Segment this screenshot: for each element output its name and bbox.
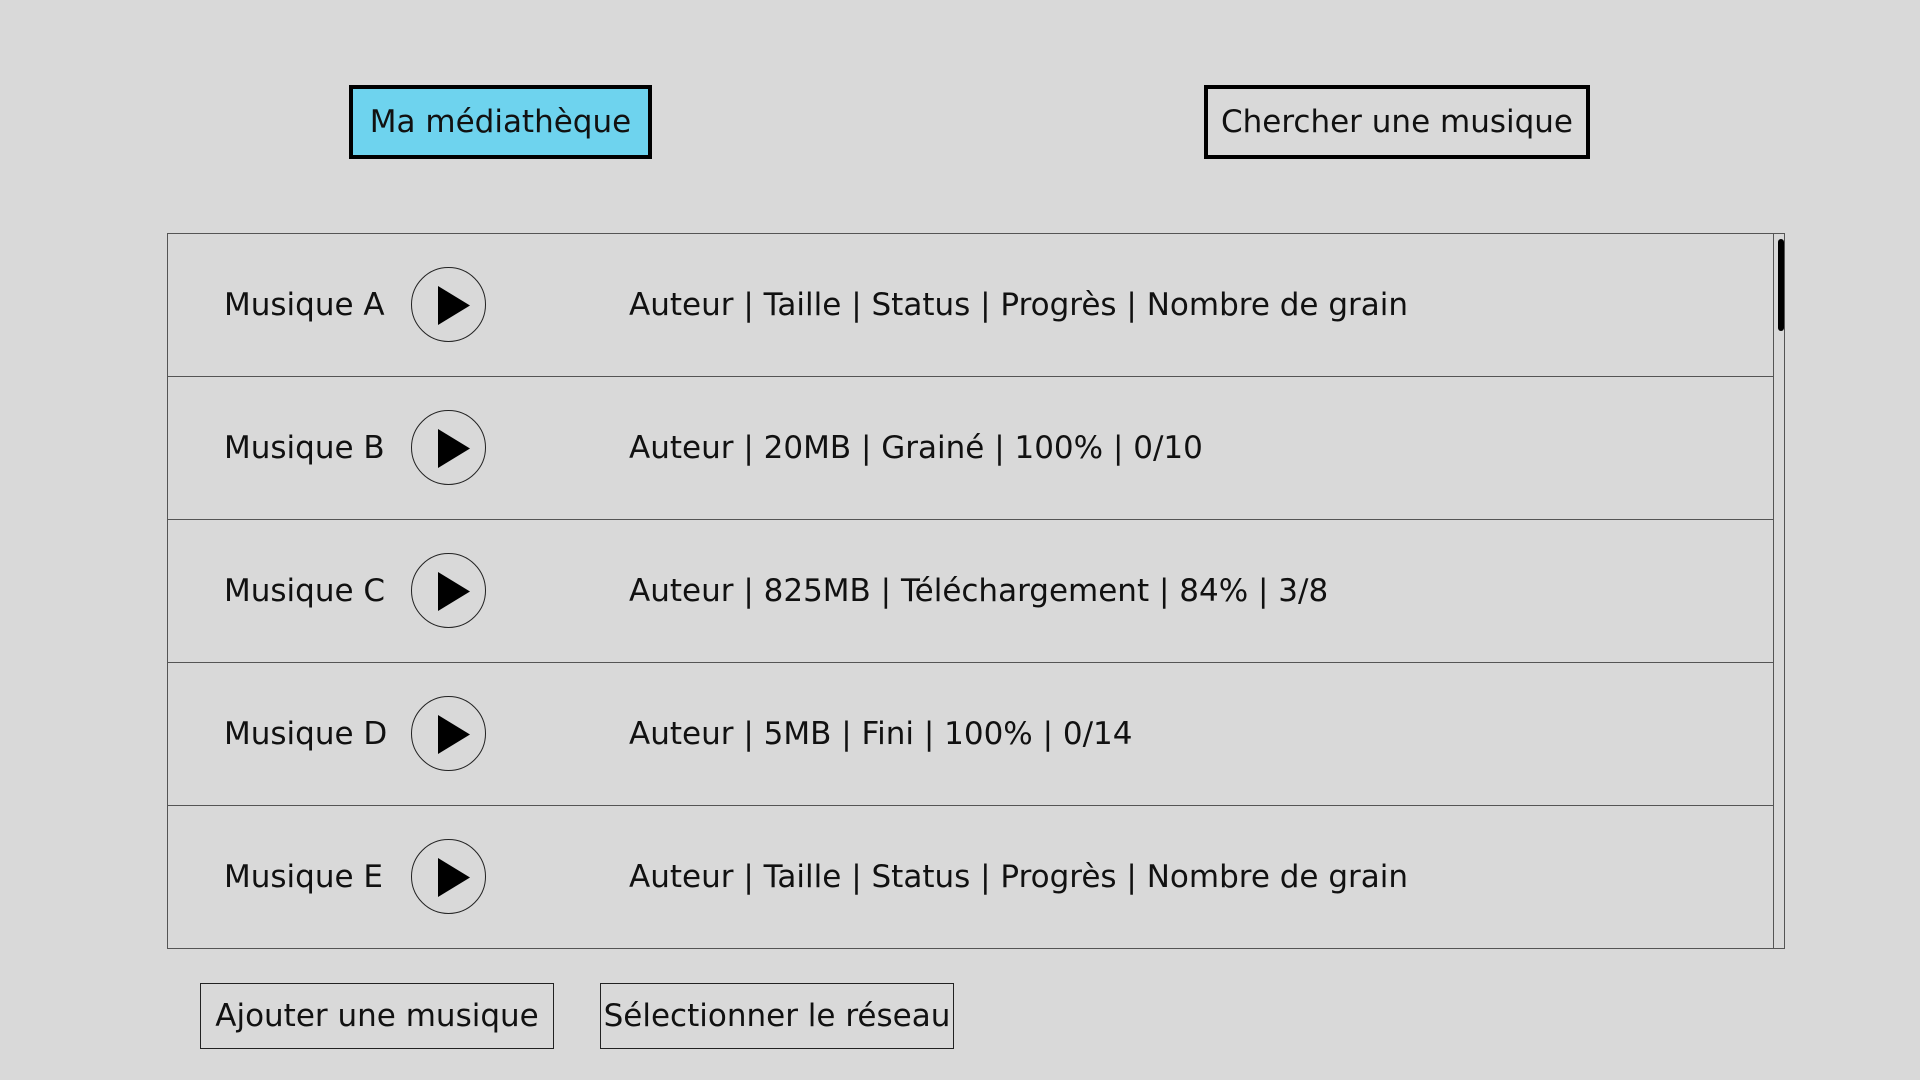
add-music-label: Ajouter une musique: [215, 998, 539, 1034]
add-music-button[interactable]: Ajouter une musique: [200, 983, 554, 1049]
play-button[interactable]: [411, 553, 486, 628]
list-item: Musique E Auteur | Taille | Status | Pro…: [168, 806, 1773, 948]
list-item: Musique A Auteur | Taille | Status | Pro…: [168, 234, 1773, 377]
track-info: Auteur | 825MB | Téléchargement | 84% | …: [629, 573, 1329, 609]
track-title: Musique D: [224, 716, 388, 752]
play-button[interactable]: [411, 410, 486, 485]
list-item: Musique B Auteur | 20MB | Grainé | 100% …: [168, 377, 1773, 520]
track-title: Musique C: [224, 573, 386, 609]
track-title: Musique B: [224, 430, 385, 466]
tab-my-library-label: Ma médiathèque: [369, 104, 632, 140]
play-button[interactable]: [411, 267, 486, 342]
play-button[interactable]: [411, 696, 486, 771]
list-item: Musique D Auteur | 5MB | Fini | 100% | 0…: [168, 663, 1773, 806]
scrollbar-thumb[interactable]: [1778, 239, 1784, 331]
track-info: Auteur | Taille | Status | Progrès | Nom…: [629, 287, 1409, 323]
track-title: Musique E: [224, 859, 383, 895]
music-list-panel: Musique A Auteur | Taille | Status | Pro…: [167, 233, 1785, 949]
scrollbar[interactable]: [1774, 234, 1784, 948]
play-icon: [438, 429, 470, 468]
track-info: Auteur | Taille | Status | Progrès | Nom…: [629, 859, 1409, 895]
tab-search-music[interactable]: Chercher une musique: [1204, 85, 1590, 159]
select-network-button[interactable]: Sélectionner le réseau: [600, 983, 954, 1049]
music-list: Musique A Auteur | Taille | Status | Pro…: [168, 234, 1774, 948]
track-info: Auteur | 5MB | Fini | 100% | 0/14: [629, 716, 1133, 752]
play-icon: [438, 715, 470, 754]
play-icon: [438, 286, 470, 325]
list-item: Musique C Auteur | 825MB | Téléchargemen…: [168, 520, 1773, 663]
tab-my-library[interactable]: Ma médiathèque: [349, 85, 652, 159]
play-button[interactable]: [411, 839, 486, 914]
select-network-label: Sélectionner le réseau: [603, 998, 951, 1034]
track-info: Auteur | 20MB | Grainé | 100% | 0/10: [629, 430, 1203, 466]
play-icon: [438, 572, 470, 611]
track-title: Musique A: [224, 287, 385, 323]
play-icon: [438, 858, 470, 897]
tab-search-music-label: Chercher une musique: [1220, 104, 1574, 140]
